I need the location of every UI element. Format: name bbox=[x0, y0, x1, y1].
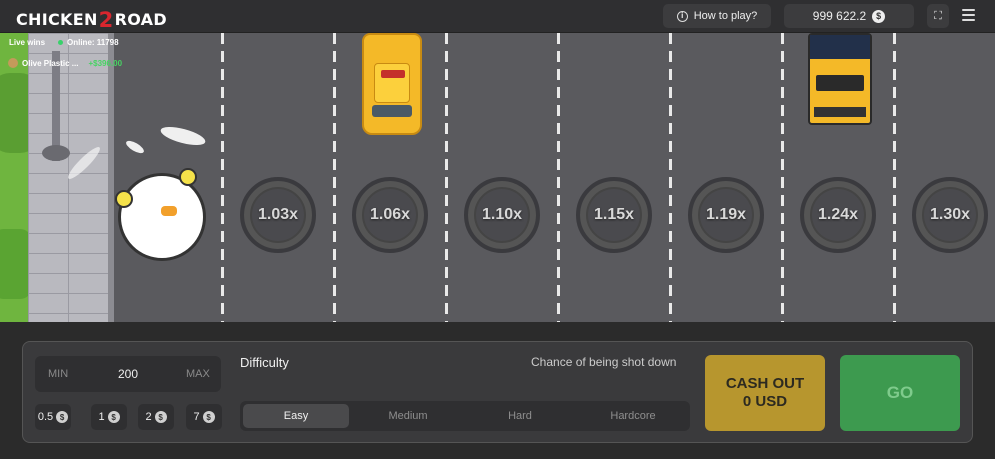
chance-label: Chance of being shot down bbox=[531, 355, 677, 369]
difficulty-hardcore[interactable]: Hardcore bbox=[579, 404, 687, 428]
info-icon: i bbox=[676, 10, 688, 22]
lane-divider bbox=[781, 33, 784, 322]
dollar-coin-icon: $ bbox=[56, 411, 69, 423]
cash-out-label: CASH OUT bbox=[725, 375, 805, 392]
curb bbox=[108, 33, 114, 322]
difficulty-medium[interactable]: Medium bbox=[355, 404, 461, 428]
dollar-coin-icon: $ bbox=[872, 9, 886, 23]
lane-divider bbox=[445, 33, 448, 322]
quick-bet-value: 0.5 bbox=[37, 411, 54, 423]
bet-amount-input[interactable]: 200 bbox=[107, 367, 149, 381]
win-amount: +$396.00 bbox=[88, 58, 123, 68]
quick-bet-7[interactable]: 7 $ bbox=[186, 404, 222, 430]
quick-bet-0-5[interactable]: 0.5 $ bbox=[35, 404, 71, 430]
multiplier-label: 1.30x bbox=[929, 206, 971, 223]
multiplier-label: 1.10x bbox=[481, 206, 523, 223]
live-wins-label: Live wins bbox=[9, 38, 46, 47]
difficulty-easy[interactable]: Easy bbox=[243, 404, 349, 428]
lane-multiplier-7[interactable]: 1.30x bbox=[912, 177, 988, 253]
multiplier-label: 1.19x bbox=[705, 206, 747, 223]
online-label: Online: 11798 bbox=[67, 38, 119, 47]
lane-multiplier-3[interactable]: 1.10x bbox=[464, 177, 540, 253]
live-win-item: Olive Plastic ... +$396.00 bbox=[8, 58, 122, 68]
game-logo: CHICKEN2ROAD bbox=[16, 6, 167, 32]
online-count: Online: 11798 bbox=[58, 38, 119, 47]
quick-bet-2[interactable]: 2 $ bbox=[138, 404, 174, 430]
lane-multiplier-6[interactable]: 1.24x bbox=[800, 177, 876, 253]
lane-divider bbox=[669, 33, 672, 322]
quick-bet-value: 1 bbox=[98, 411, 105, 423]
dollar-coin-icon: $ bbox=[154, 411, 167, 423]
fullscreen-button[interactable]: ⛶ bbox=[927, 4, 949, 28]
cash-out-amount: 0 USD bbox=[742, 393, 788, 410]
chicken-character-icon bbox=[115, 168, 206, 261]
quick-bet-value: 7 bbox=[193, 411, 200, 423]
feather-icon bbox=[158, 123, 208, 149]
winner-name: Olive Plastic ... bbox=[22, 58, 79, 68]
lane-multiplier-2[interactable]: 1.06x bbox=[352, 177, 428, 253]
how-to-play-label: How to play? bbox=[693, 10, 758, 22]
game-scene: 1.03x 1.06x 1.10x 1.15x 1.19x 1.24x 1.30… bbox=[0, 33, 995, 322]
lane-divider bbox=[333, 33, 336, 322]
lane-divider bbox=[893, 33, 896, 322]
logo-text-chicken: CHICKEN bbox=[16, 10, 98, 29]
multiplier-label: 1.03x bbox=[257, 206, 299, 223]
difficulty-label: Difficulty bbox=[240, 355, 289, 370]
logo-text-road: ROAD bbox=[114, 10, 167, 29]
logo-number: 2 bbox=[98, 8, 114, 32]
lane-multiplier-4[interactable]: 1.15x bbox=[576, 177, 652, 253]
lane-multiplier-1[interactable]: 1.03x bbox=[240, 177, 316, 253]
feather-icon bbox=[124, 138, 146, 156]
max-bet-button[interactable]: MAX bbox=[186, 368, 210, 380]
taxi-car-icon bbox=[362, 33, 422, 135]
lane-multiplier-5[interactable]: 1.19x bbox=[688, 177, 764, 253]
how-to-play-button[interactable]: i How to play? bbox=[663, 4, 771, 28]
go-button[interactable]: GO bbox=[840, 355, 960, 431]
balance-display: 999 622.2 $ bbox=[784, 4, 914, 28]
dollar-coin-icon: $ bbox=[202, 411, 215, 423]
school-bus-icon bbox=[808, 33, 872, 125]
quick-bet-1[interactable]: 1 $ bbox=[91, 404, 127, 430]
multiplier-label: 1.15x bbox=[593, 206, 635, 223]
online-dot-icon bbox=[58, 40, 63, 46]
top-bar: CHICKEN2ROAD i How to play? 999 622.2 $ … bbox=[0, 0, 995, 33]
dollar-coin-icon: $ bbox=[107, 411, 120, 423]
fullscreen-icon: ⛶ bbox=[934, 9, 942, 22]
multiplier-label: 1.24x bbox=[817, 206, 859, 223]
difficulty-hard[interactable]: Hard bbox=[467, 404, 573, 428]
lane-divider bbox=[221, 33, 224, 322]
hamburger-menu-icon[interactable] bbox=[962, 9, 975, 21]
min-bet-button[interactable]: MIN bbox=[48, 368, 68, 380]
lamp-base-icon bbox=[42, 145, 70, 161]
lane-divider bbox=[557, 33, 560, 322]
multiplier-label: 1.06x bbox=[369, 206, 411, 223]
cash-out-button[interactable]: CASH OUT 0 USD bbox=[705, 355, 825, 431]
balance-value: 999 622.2 bbox=[812, 9, 867, 23]
quick-bet-value: 2 bbox=[145, 411, 152, 423]
avatar bbox=[8, 58, 18, 68]
